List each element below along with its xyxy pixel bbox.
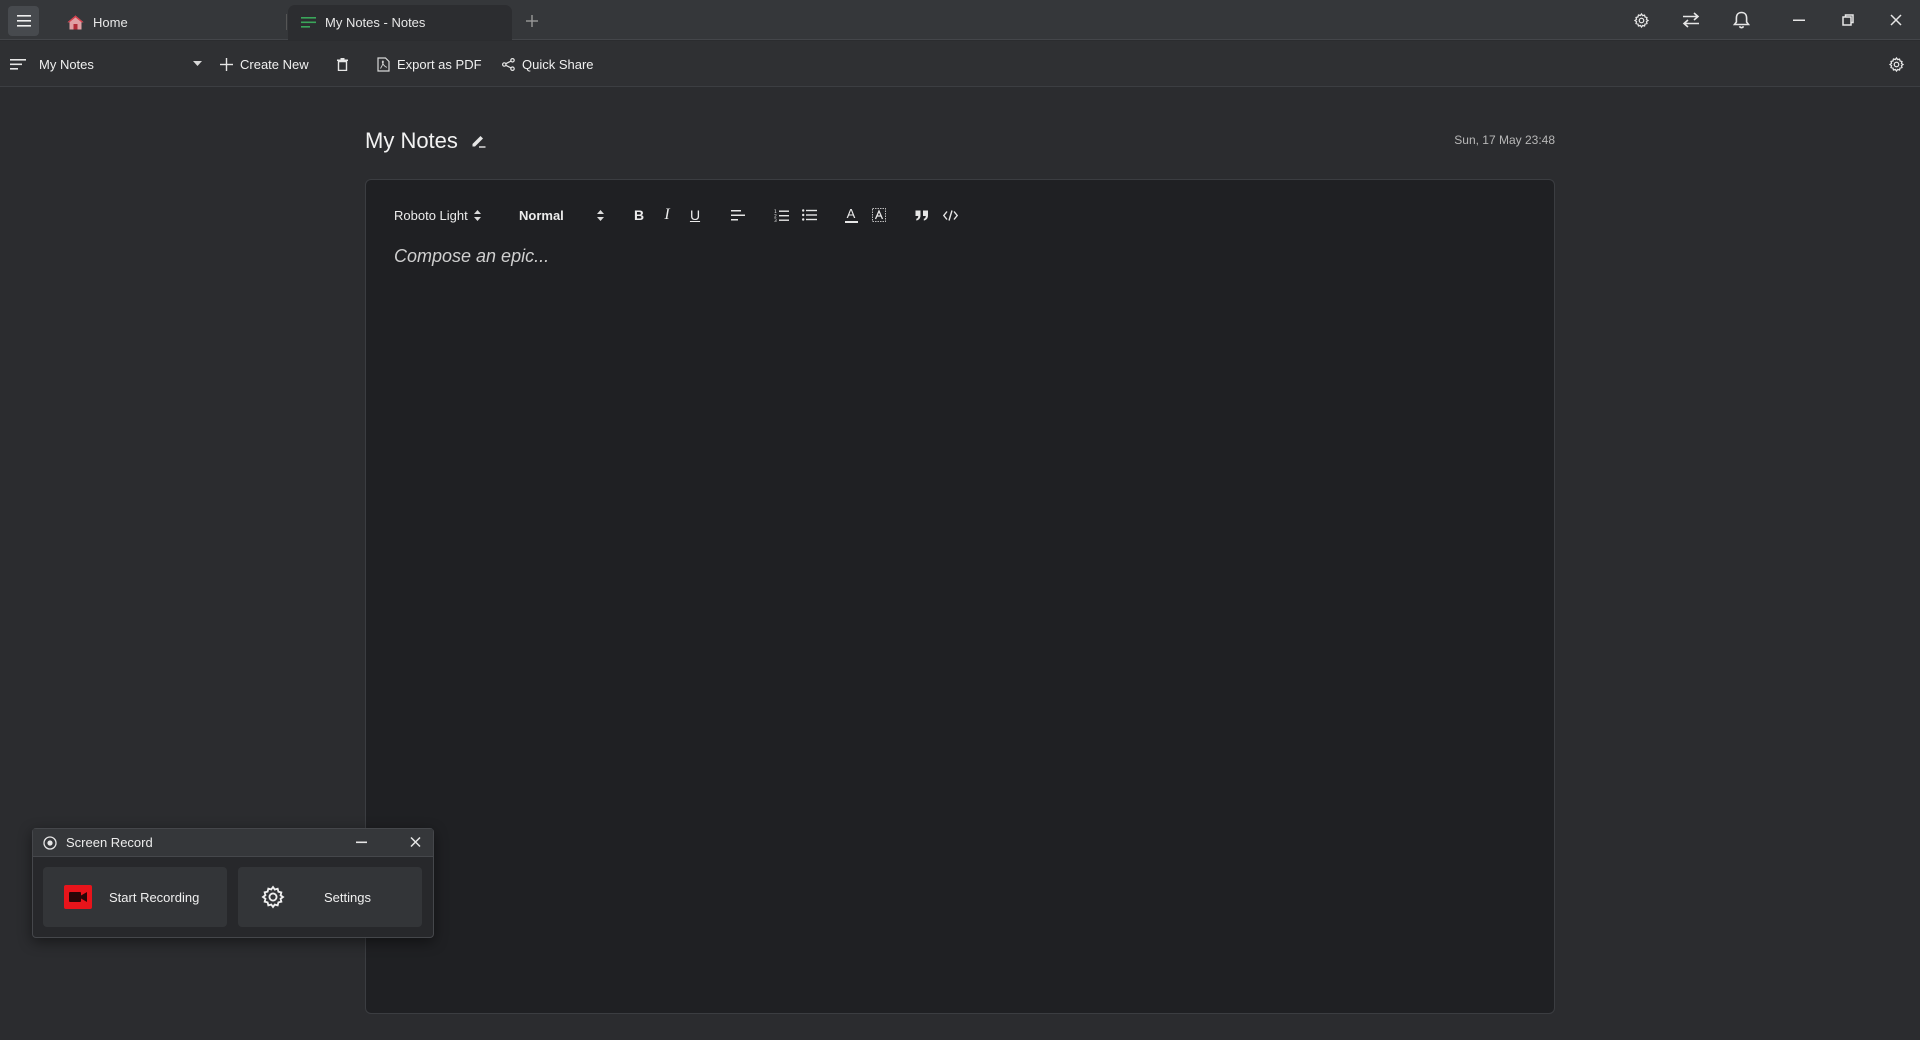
notes-settings-button[interactable] bbox=[1888, 41, 1905, 87]
text-color-letter: A bbox=[846, 206, 856, 221]
italic-button[interactable]: I bbox=[657, 202, 677, 228]
tab-home-label: Home bbox=[93, 15, 128, 30]
pdf-file-icon bbox=[377, 56, 390, 72]
font-size-value: Normal bbox=[519, 207, 564, 223]
note-editor[interactable]: Roboto Light Normal B I U 1 2 3 A Compos… bbox=[365, 179, 1555, 1014]
record-settings-label: Settings bbox=[324, 889, 371, 905]
close-icon bbox=[1890, 14, 1902, 26]
swap-arrows-icon bbox=[1682, 12, 1700, 28]
minimize-icon bbox=[1793, 19, 1805, 21]
plus-icon bbox=[526, 15, 538, 27]
gear-icon bbox=[261, 885, 285, 909]
quote-icon bbox=[915, 210, 928, 220]
home-icon bbox=[67, 15, 84, 30]
minimize-button[interactable] bbox=[1787, 9, 1811, 31]
tab-home[interactable]: Home bbox=[54, 5, 284, 40]
hamburger-icon bbox=[16, 15, 31, 27]
quick-share-button[interactable]: Quick Share bbox=[502, 41, 594, 87]
screen-record-close-button[interactable] bbox=[410, 836, 421, 848]
menu-button[interactable] bbox=[8, 6, 39, 36]
format-toolbar: Roboto Light Normal B I U 1 2 3 A bbox=[394, 202, 1494, 228]
note-title: My Notes bbox=[365, 128, 486, 154]
switch-button[interactable] bbox=[1679, 9, 1703, 31]
create-new-button[interactable]: Create New bbox=[220, 41, 309, 87]
notifications-button[interactable] bbox=[1729, 9, 1753, 31]
screen-record-panel: Screen Record Start Recording Settings bbox=[32, 828, 434, 938]
share-icon bbox=[502, 57, 515, 71]
export-pdf-button[interactable]: Export as PDF bbox=[377, 41, 482, 87]
updown-caret-icon bbox=[597, 209, 604, 221]
trash-icon bbox=[337, 57, 348, 71]
underline-button[interactable]: U bbox=[685, 202, 705, 228]
bold-button[interactable]: B bbox=[629, 202, 649, 228]
font-family-value: Roboto Light bbox=[394, 207, 468, 223]
text-color-swatch bbox=[844, 221, 858, 223]
record-settings-button[interactable]: Settings bbox=[238, 867, 422, 927]
notes-toolbar: My Notes Create New Export as PDF Quick … bbox=[0, 41, 1920, 87]
notebook-select-value: My Notes bbox=[39, 56, 94, 72]
text-color-button[interactable]: A bbox=[841, 202, 861, 228]
record-icon bbox=[43, 835, 57, 850]
list-icon bbox=[10, 58, 26, 70]
note-title-text: My Notes bbox=[365, 128, 458, 153]
delete-button[interactable] bbox=[337, 41, 348, 87]
restore-button[interactable] bbox=[1836, 9, 1860, 31]
close-button[interactable] bbox=[1884, 9, 1908, 31]
quote-button[interactable] bbox=[912, 202, 932, 228]
notes-icon bbox=[301, 17, 316, 28]
edit-pencil-icon[interactable] bbox=[471, 134, 486, 148]
gear-icon bbox=[1888, 56, 1905, 72]
screen-record-title: Screen Record bbox=[66, 835, 153, 850]
start-recording-label: Start Recording bbox=[109, 889, 200, 905]
editor-placeholder[interactable]: Compose an epic... bbox=[394, 246, 549, 267]
svg-text:3: 3 bbox=[774, 218, 777, 222]
screen-record-header: Screen Record bbox=[33, 829, 433, 857]
new-tab-button[interactable] bbox=[522, 11, 542, 31]
code-icon bbox=[942, 209, 958, 221]
code-button[interactable] bbox=[940, 202, 960, 228]
minimize-icon bbox=[356, 841, 367, 844]
screen-record-minimize-button[interactable] bbox=[356, 836, 367, 848]
restore-icon bbox=[1842, 14, 1854, 26]
font-size-select[interactable]: Normal bbox=[519, 202, 604, 228]
title-bar: Home My Notes - Notes bbox=[0, 0, 1920, 40]
tab-divider bbox=[286, 14, 287, 30]
font-family-select[interactable]: Roboto Light bbox=[394, 202, 494, 228]
align-left-icon bbox=[731, 209, 745, 220]
quick-share-label: Quick Share bbox=[522, 56, 594, 72]
close-icon bbox=[410, 836, 421, 848]
plus-icon bbox=[220, 57, 233, 71]
bullet-list-icon bbox=[801, 209, 817, 221]
tab-my-notes-label: My Notes - Notes bbox=[325, 15, 426, 30]
export-pdf-label: Export as PDF bbox=[397, 56, 482, 72]
align-button[interactable] bbox=[728, 202, 748, 228]
ordered-list-icon: 1 2 3 bbox=[774, 209, 789, 222]
highlight-icon bbox=[872, 208, 886, 222]
settings-button[interactable] bbox=[1629, 9, 1653, 31]
ordered-list-button[interactable]: 1 2 3 bbox=[771, 202, 791, 228]
note-date: Sun, 17 May 23:48 bbox=[1454, 133, 1555, 147]
gear-icon bbox=[1633, 12, 1649, 28]
video-camera-icon bbox=[64, 885, 92, 909]
start-recording-button[interactable]: Start Recording bbox=[43, 867, 227, 927]
create-new-label: Create New bbox=[240, 56, 309, 72]
bullet-list-button[interactable] bbox=[799, 202, 819, 228]
bell-icon bbox=[1732, 11, 1750, 29]
chevron-down-icon bbox=[193, 61, 202, 66]
tab-my-notes[interactable]: My Notes - Notes bbox=[288, 5, 512, 40]
notebook-select[interactable]: My Notes bbox=[10, 41, 202, 87]
updown-caret-icon bbox=[473, 209, 481, 221]
highlight-button[interactable] bbox=[869, 202, 889, 228]
